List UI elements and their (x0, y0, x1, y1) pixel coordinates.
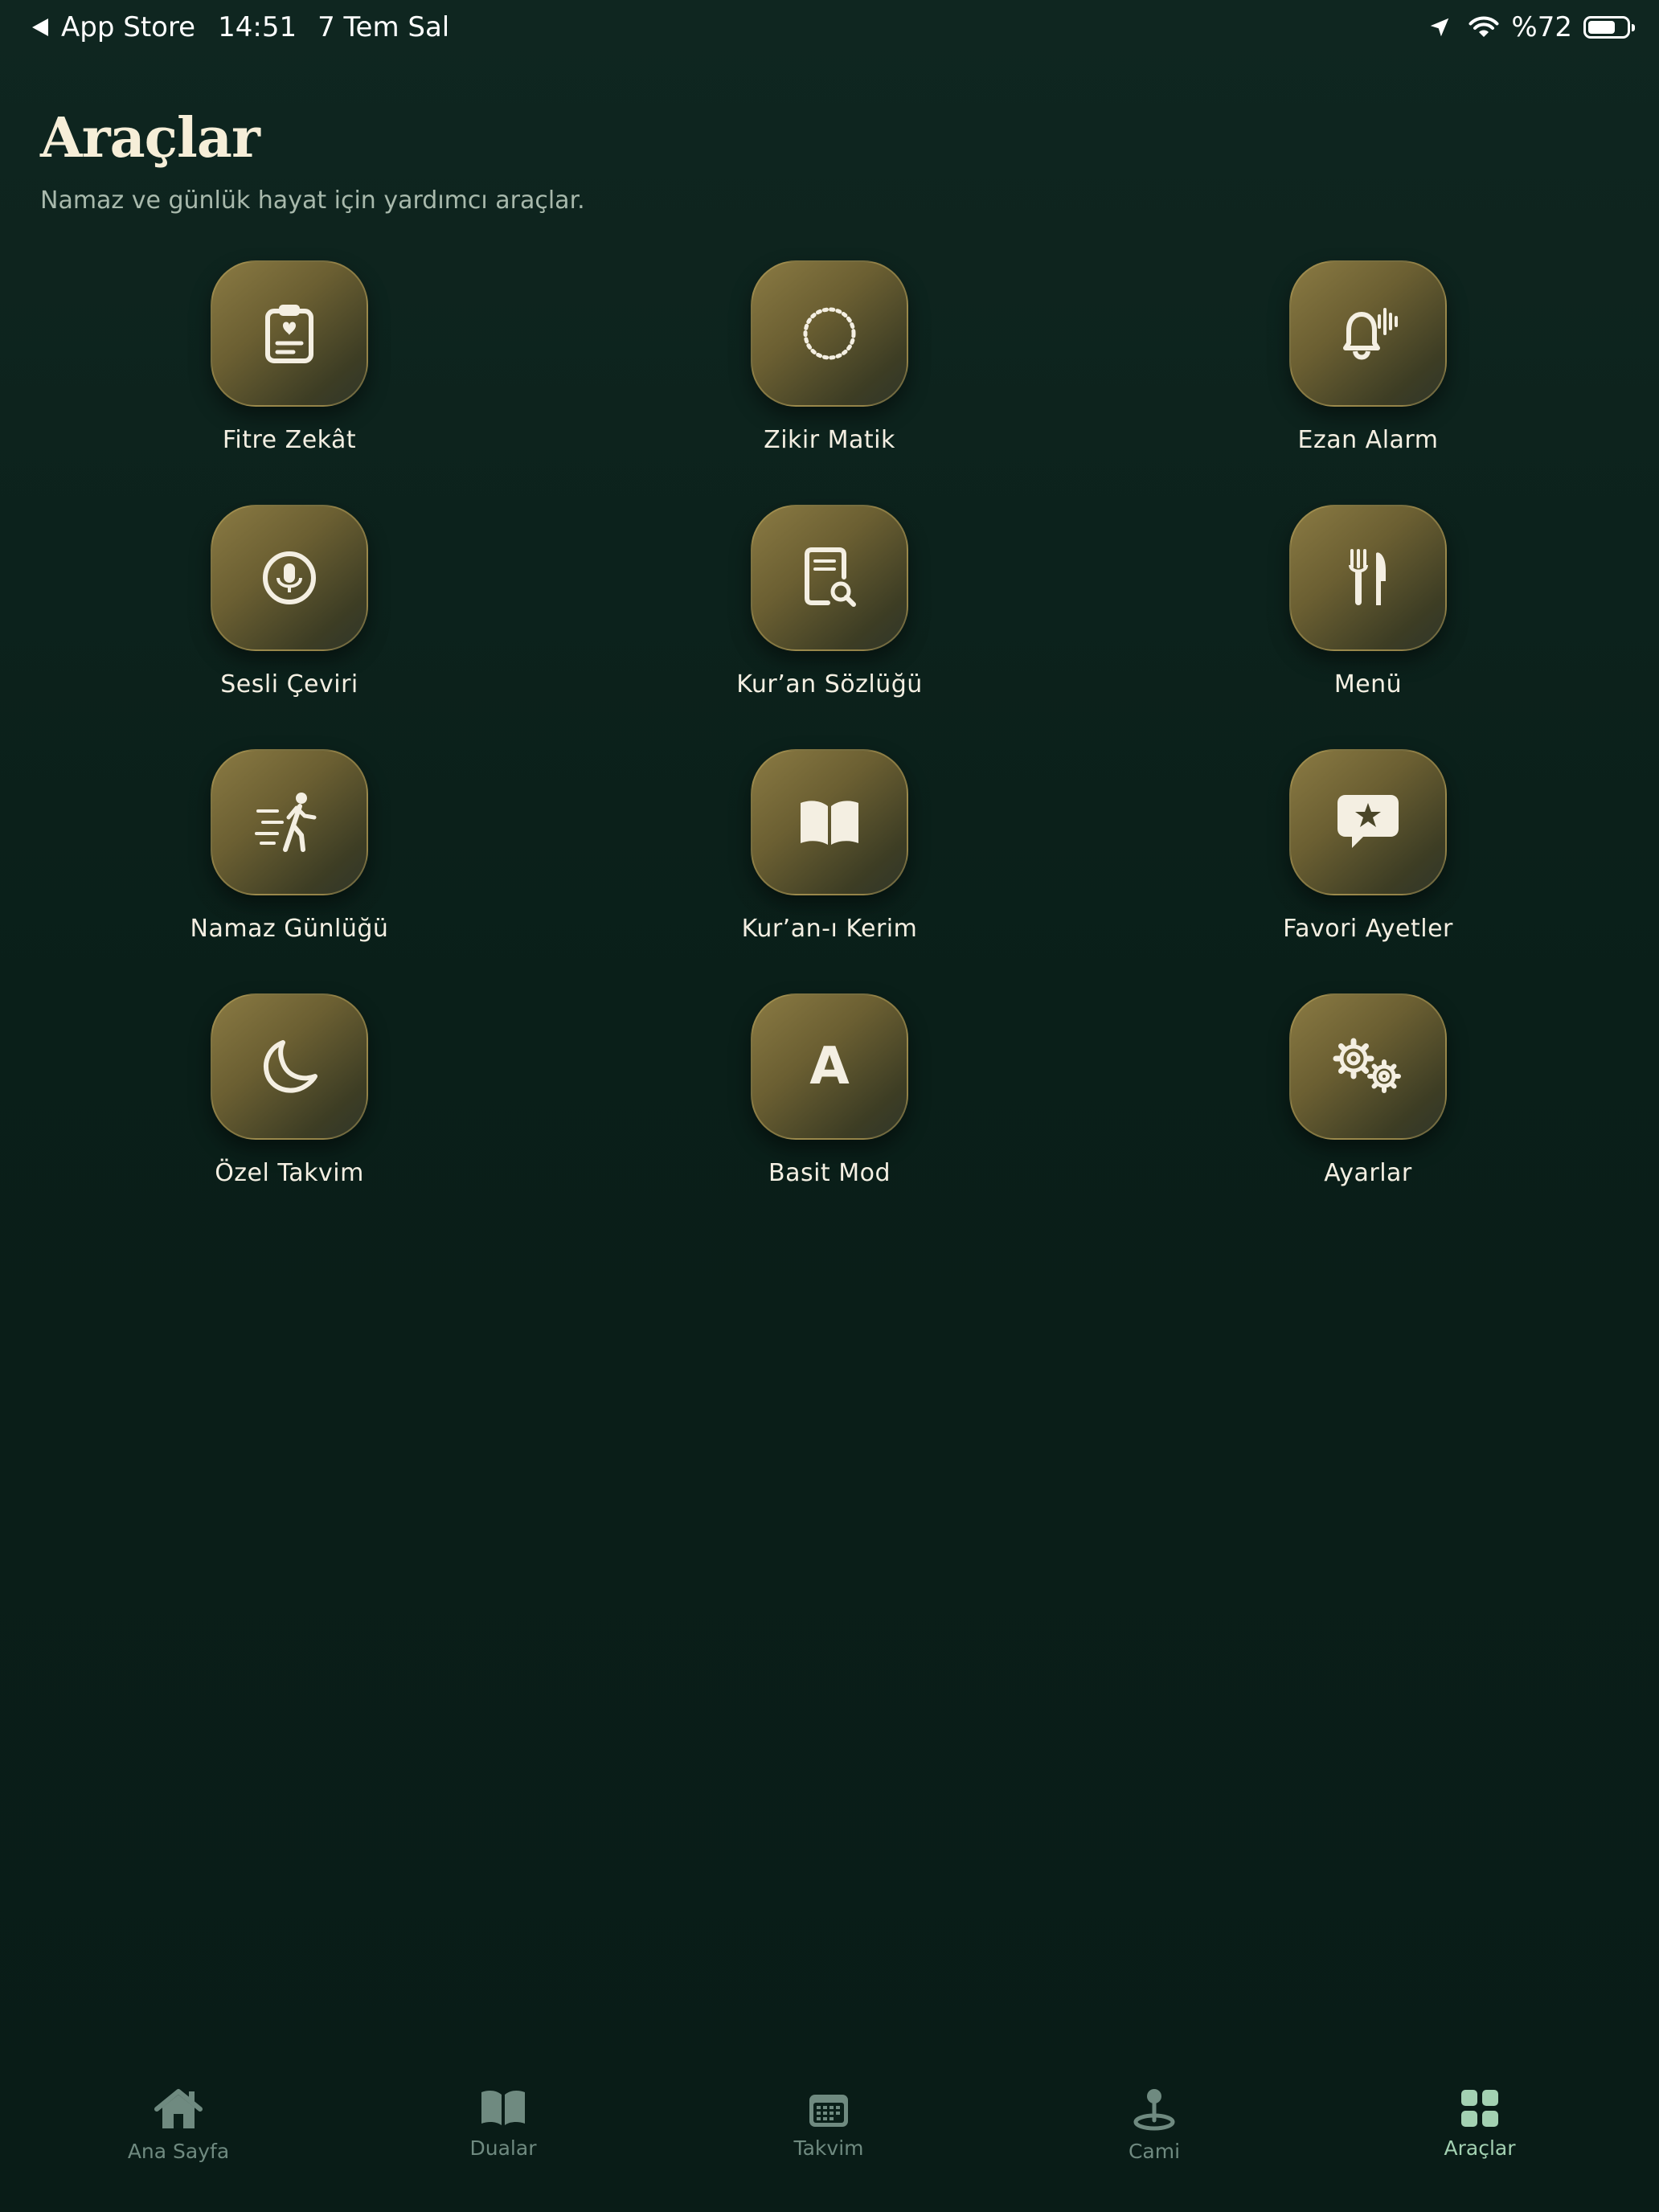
tool-ezan-alarm[interactable]: Ezan Alarm (1223, 260, 1513, 454)
location-arrow-icon (1431, 18, 1449, 37)
tool-tile[interactable] (1289, 993, 1447, 1140)
tool-ayarlar[interactable]: Ayarlar (1223, 993, 1513, 1187)
page-subtitle: Namaz ve günlük hayat için yardımcı araç… (40, 186, 585, 215)
bell-waves-icon (1343, 308, 1398, 360)
tool-menu[interactable]: Menü (1223, 505, 1513, 698)
page-title: Araçlar (40, 106, 260, 170)
tool-tile[interactable] (211, 505, 368, 651)
tab-bar: Ana Sayfa Dualar Takvim Cami Araçlar (0, 2058, 1659, 2212)
walking-figure-icon (255, 793, 317, 852)
tab-label: Takvim (793, 2136, 864, 2160)
open-book-icon (801, 801, 858, 845)
star-bubble-icon (1337, 795, 1399, 848)
dotted-circle-icon (803, 307, 856, 360)
battery-icon (1583, 16, 1635, 39)
tool-label: Menü (1333, 670, 1403, 698)
tool-fitre-zekat[interactable]: Fitre Zekât (145, 260, 434, 454)
status-right: %72 (1428, 11, 1635, 43)
tab-dualar[interactable]: Dualar (391, 2079, 616, 2160)
status-left[interactable]: App Store 14:51 7 Tem Sal (32, 11, 449, 43)
tool-label: Ayarlar (1324, 1159, 1412, 1187)
tab-label: Araçlar (1444, 2136, 1516, 2160)
tab-label: Dualar (469, 2136, 537, 2160)
tool-tile[interactable] (1289, 260, 1447, 407)
tool-favori-ayetler[interactable]: Favori Ayetler (1223, 749, 1513, 943)
tool-zikir-matik[interactable]: Zikir Matik (685, 260, 974, 454)
tool-label: Basit Mod (768, 1159, 891, 1187)
tab-label: Ana Sayfa (127, 2140, 230, 2163)
tool-tile[interactable] (751, 749, 908, 895)
back-arrow-icon[interactable] (32, 18, 48, 36)
tool-label: Namaz Günlüğü (190, 915, 389, 943)
house-icon (154, 2089, 203, 2128)
tool-tile[interactable] (211, 749, 368, 895)
status-time: 14:51 (218, 11, 297, 43)
tab-label: Cami (1128, 2140, 1181, 2163)
wifi-icon (1469, 16, 1499, 37)
tool-label: Özel Takvim (215, 1159, 364, 1187)
tool-label: Kur’an-ı Kerim (741, 915, 918, 943)
gears-icon (1333, 1038, 1401, 1093)
tool-label: Fitre Zekât (222, 426, 357, 454)
tool-basit-mod[interactable]: A Basit Mod (685, 993, 974, 1187)
tool-label: Ezan Alarm (1297, 426, 1439, 454)
tool-tile[interactable]: A (751, 993, 908, 1140)
tool-label: Sesli Çeviri (220, 670, 358, 698)
tab-ana-sayfa[interactable]: Ana Sayfa (66, 2082, 291, 2163)
status-date: 7 Tem Sal (317, 11, 450, 43)
location-pin-icon (1133, 2089, 1175, 2131)
status-bar: App Store 14:51 7 Tem Sal %72 (0, 0, 1659, 61)
tool-tile[interactable] (211, 993, 368, 1140)
fork-knife-icon (1349, 549, 1386, 605)
tab-araclar[interactable]: Araçlar (1367, 2079, 1592, 2160)
tool-label: Kur’an Sözlüğü (736, 670, 923, 698)
tab-takvim[interactable]: Takvim (716, 2079, 941, 2160)
tool-namaz-gunlugu[interactable]: Namaz Günlüğü (145, 749, 434, 943)
battery-fill (1588, 21, 1616, 34)
clipboard-heart-icon (265, 305, 313, 363)
grid-icon (1461, 2090, 1498, 2127)
tool-sesli-ceviri[interactable]: Sesli Çeviri (145, 505, 434, 698)
back-app-label[interactable]: App Store (61, 11, 195, 43)
tool-kuran-i-kerim[interactable]: Kur’an-ı Kerim (685, 749, 974, 943)
microphone-circle-icon (263, 551, 316, 604)
tool-ozel-takvim[interactable]: Özel Takvim (145, 993, 434, 1187)
tool-tile[interactable] (751, 260, 908, 407)
calendar-icon (809, 2095, 848, 2127)
letter-a-icon: A (809, 1037, 850, 1096)
tool-kuran-sozlugu[interactable]: Kur’an Sözlüğü (685, 505, 974, 698)
tool-tile[interactable] (211, 260, 368, 407)
tool-tile[interactable] (1289, 749, 1447, 895)
document-search-icon (805, 547, 856, 607)
book-icon (481, 2091, 525, 2125)
tool-label: Favori Ayetler (1283, 915, 1453, 943)
tool-tile[interactable] (751, 505, 908, 651)
tool-label: Zikir Matik (764, 426, 895, 454)
tool-tile[interactable] (1289, 505, 1447, 651)
crescent-moon-icon (264, 1040, 317, 1093)
battery-percent: %72 (1511, 11, 1572, 43)
tab-cami[interactable]: Cami (1042, 2082, 1267, 2163)
